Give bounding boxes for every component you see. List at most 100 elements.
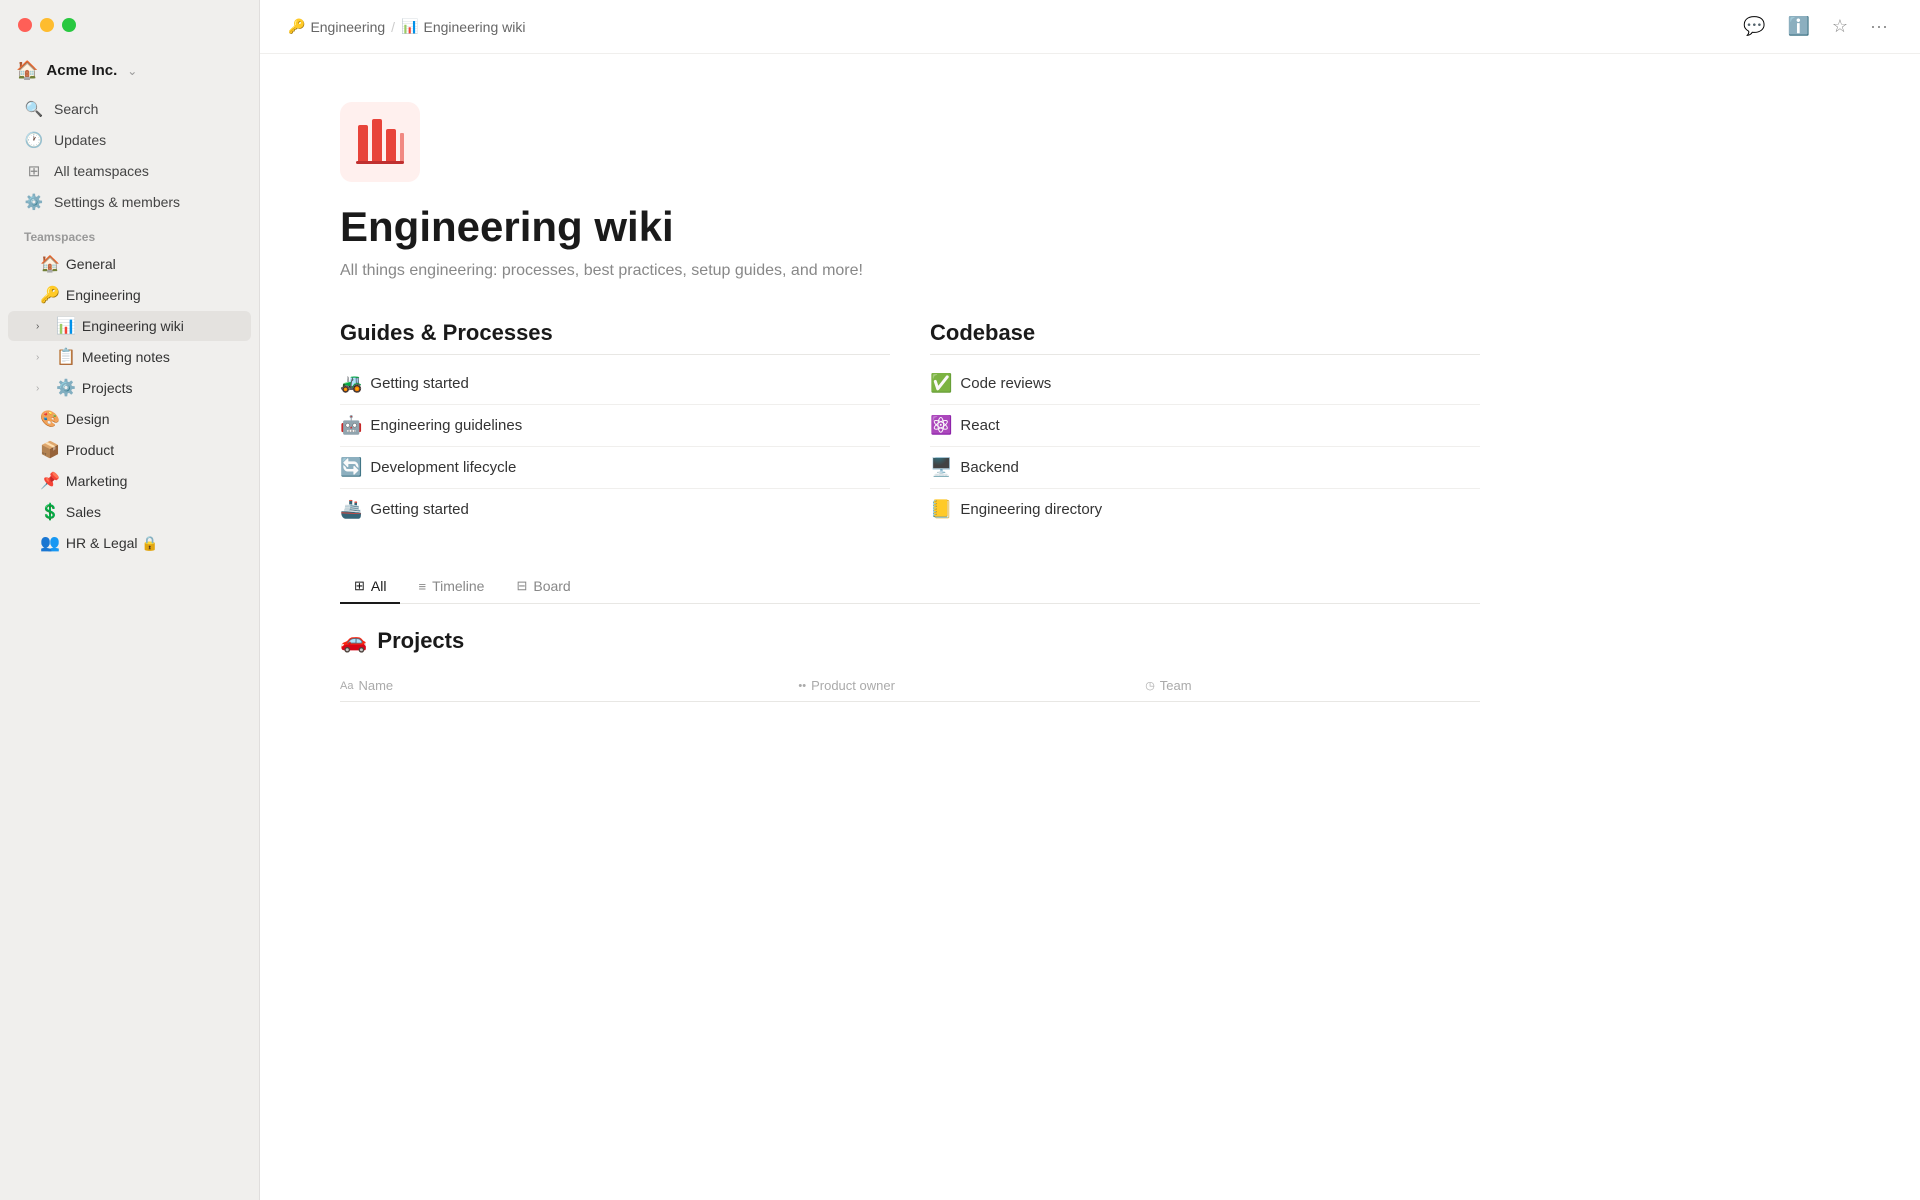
- guides-item-0[interactable]: 🚜 Getting started: [340, 363, 890, 405]
- workspace-chevron-icon: ⌄: [127, 64, 137, 78]
- tab-board-label: Board: [533, 578, 570, 594]
- more-icon[interactable]: ···: [1866, 12, 1892, 41]
- tab-board[interactable]: ⊟ Board: [502, 570, 584, 604]
- sidebar-item-settings[interactable]: ⚙️ Settings & members: [8, 187, 251, 217]
- traffic-light-yellow[interactable]: [40, 18, 54, 32]
- codebase-item-3-icon: 📒: [930, 499, 952, 520]
- sidebar-item-general[interactable]: 🏠 General: [8, 249, 251, 279]
- meeting-notes-icon: 📋: [56, 347, 76, 367]
- projects-label: Projects: [82, 380, 133, 396]
- th-owner-icon: ••: [798, 680, 806, 692]
- sidebar-item-search[interactable]: 🔍 Search: [8, 94, 251, 124]
- guides-item-1[interactable]: 🤖 Engineering guidelines: [340, 405, 890, 447]
- info-icon[interactable]: ℹ️: [1783, 12, 1813, 41]
- sidebar-item-engineering-wiki[interactable]: › 📊 Engineering wiki: [8, 311, 251, 341]
- codebase-title: Codebase: [930, 320, 1480, 355]
- traffic-lights: [18, 18, 76, 32]
- tab-all-label: All: [371, 578, 387, 594]
- sidebar-item-sales[interactable]: 💲 Sales: [8, 497, 251, 527]
- workspace-header[interactable]: 🏠 Acme Inc. ⌄: [0, 60, 259, 93]
- codebase-item-2[interactable]: 🖥️ Backend: [930, 447, 1480, 489]
- codebase-item-2-icon: 🖥️: [930, 457, 952, 478]
- guides-item-3-icon: 🚢: [340, 499, 362, 520]
- codebase-item-2-text: Backend: [960, 459, 1018, 476]
- breadcrumb-engineering-label: Engineering: [310, 19, 385, 35]
- workspace-name: Acme Inc.: [46, 62, 117, 79]
- tabs-bar: ⊞ All ≡ Timeline ⊟ Board: [340, 570, 1480, 604]
- guides-item-2-icon: 🔄: [340, 457, 362, 478]
- page-subtitle: All things engineering: processes, best …: [340, 262, 1480, 280]
- wiki-icon-svg: [353, 115, 407, 169]
- topbar-actions: 💬 ℹ️ ☆ ···: [1739, 12, 1892, 41]
- main-content: 🔑 Engineering / 📊 Engineering wiki 💬 ℹ️ …: [260, 0, 1920, 1200]
- sidebar-item-updates[interactable]: 🕐 Updates: [8, 125, 251, 155]
- breadcrumb-engineering[interactable]: 🔑 Engineering: [288, 18, 385, 35]
- breadcrumb: 🔑 Engineering / 📊 Engineering wiki: [288, 18, 525, 35]
- hr-legal-label: HR & Legal 🔒: [66, 535, 159, 552]
- codebase-item-1-icon: ⚛️: [930, 415, 952, 436]
- engineering-wiki-label: Engineering wiki: [82, 318, 184, 334]
- codebase-item-0[interactable]: ✅ Code reviews: [930, 363, 1480, 405]
- codebase-item-3-text: Engineering directory: [960, 501, 1102, 518]
- codebase-item-1[interactable]: ⚛️ React: [930, 405, 1480, 447]
- guides-section: Guides & Processes 🚜 Getting started 🤖 E…: [340, 320, 890, 530]
- comment-icon[interactable]: 💬: [1739, 12, 1769, 41]
- guides-item-1-icon: 🤖: [340, 415, 362, 436]
- tab-all-icon: ⊞: [354, 578, 365, 594]
- design-icon: 🎨: [40, 409, 60, 429]
- th-team-label: Team: [1160, 678, 1192, 693]
- sidebar-item-marketing[interactable]: 📌 Marketing: [8, 466, 251, 496]
- guides-item-2[interactable]: 🔄 Development lifecycle: [340, 447, 890, 489]
- guides-item-1-text: Engineering guidelines: [370, 417, 522, 434]
- codebase-item-1-text: React: [960, 417, 999, 434]
- settings-icon: ⚙️: [24, 193, 44, 211]
- codebase-list: ✅ Code reviews ⚛️ React 🖥️ Backend 📒 Eng…: [930, 363, 1480, 530]
- projects-arrow: ›: [36, 383, 50, 394]
- th-team-icon: ◷: [1145, 679, 1155, 692]
- tab-timeline[interactable]: ≡ Timeline: [404, 570, 498, 604]
- sidebar-item-meeting-notes[interactable]: › 📋 Meeting notes: [8, 342, 251, 372]
- guides-item-3-text: Getting started: [370, 501, 468, 518]
- projects-emoji: 🚗: [340, 628, 367, 654]
- page-icon-wrapper: [340, 102, 420, 182]
- search-icon: 🔍: [24, 100, 44, 118]
- guides-list: 🚜 Getting started 🤖 Engineering guidelin…: [340, 363, 890, 530]
- traffic-light-red[interactable]: [18, 18, 32, 32]
- projects-icon: ⚙️: [56, 378, 76, 398]
- sidebar-item-all-teamspaces[interactable]: ⊞ All teamspaces: [8, 156, 251, 186]
- sidebar: 🏠 Acme Inc. ⌄ 🔍 Search 🕐 Updates ⊞ All t…: [0, 0, 260, 1200]
- sidebar-item-design[interactable]: 🎨 Design: [8, 404, 251, 434]
- hr-legal-icon: 👥: [40, 533, 60, 553]
- projects-section: 🚗 Projects Aa Name •• Product owner ◷ Te…: [340, 628, 1480, 702]
- sidebar-item-engineering[interactable]: 🔑 Engineering: [8, 280, 251, 310]
- meeting-notes-arrow: ›: [36, 352, 50, 363]
- breadcrumb-wiki-icon: 📊: [401, 18, 418, 35]
- codebase-item-0-icon: ✅: [930, 373, 952, 394]
- projects-title-row: 🚗 Projects: [340, 628, 1480, 654]
- sidebar-item-projects[interactable]: › ⚙️ Projects: [8, 373, 251, 403]
- breadcrumb-engineering-icon: 🔑: [288, 18, 305, 35]
- tab-board-icon: ⊟: [516, 578, 527, 594]
- sidebar-item-product[interactable]: 📦 Product: [8, 435, 251, 465]
- th-name: Aa Name: [340, 678, 786, 693]
- page-body: Engineering wiki All things engineering:…: [260, 54, 1560, 750]
- guides-title: Guides & Processes: [340, 320, 890, 355]
- breadcrumb-wiki-label: Engineering wiki: [424, 19, 526, 35]
- th-owner-label: Product owner: [811, 678, 895, 693]
- codebase-item-3[interactable]: 📒 Engineering directory: [930, 489, 1480, 530]
- guides-item-2-text: Development lifecycle: [370, 459, 516, 476]
- sidebar-all-teamspaces-label: All teamspaces: [54, 163, 149, 179]
- design-label: Design: [66, 411, 110, 427]
- breadcrumb-wiki[interactable]: 📊 Engineering wiki: [401, 18, 525, 35]
- traffic-light-green[interactable]: [62, 18, 76, 32]
- sidebar-search-label: Search: [54, 101, 98, 117]
- sidebar-item-hr-legal[interactable]: 👥 HR & Legal 🔒: [8, 528, 251, 558]
- general-label: General: [66, 256, 116, 272]
- star-icon[interactable]: ☆: [1828, 12, 1852, 41]
- tab-all[interactable]: ⊞ All: [340, 570, 400, 604]
- table-header: Aa Name •• Product owner ◷ Team: [340, 670, 1480, 702]
- updates-icon: 🕐: [24, 131, 44, 149]
- guides-item-3[interactable]: 🚢 Getting started: [340, 489, 890, 530]
- engineering-wiki-arrow: ›: [36, 321, 50, 332]
- breadcrumb-separator: /: [391, 19, 395, 35]
